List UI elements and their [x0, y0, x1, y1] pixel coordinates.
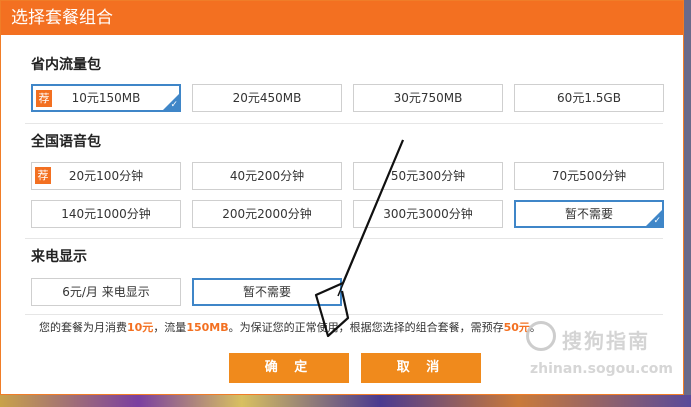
arrow-annotation-icon — [314, 139, 405, 338]
